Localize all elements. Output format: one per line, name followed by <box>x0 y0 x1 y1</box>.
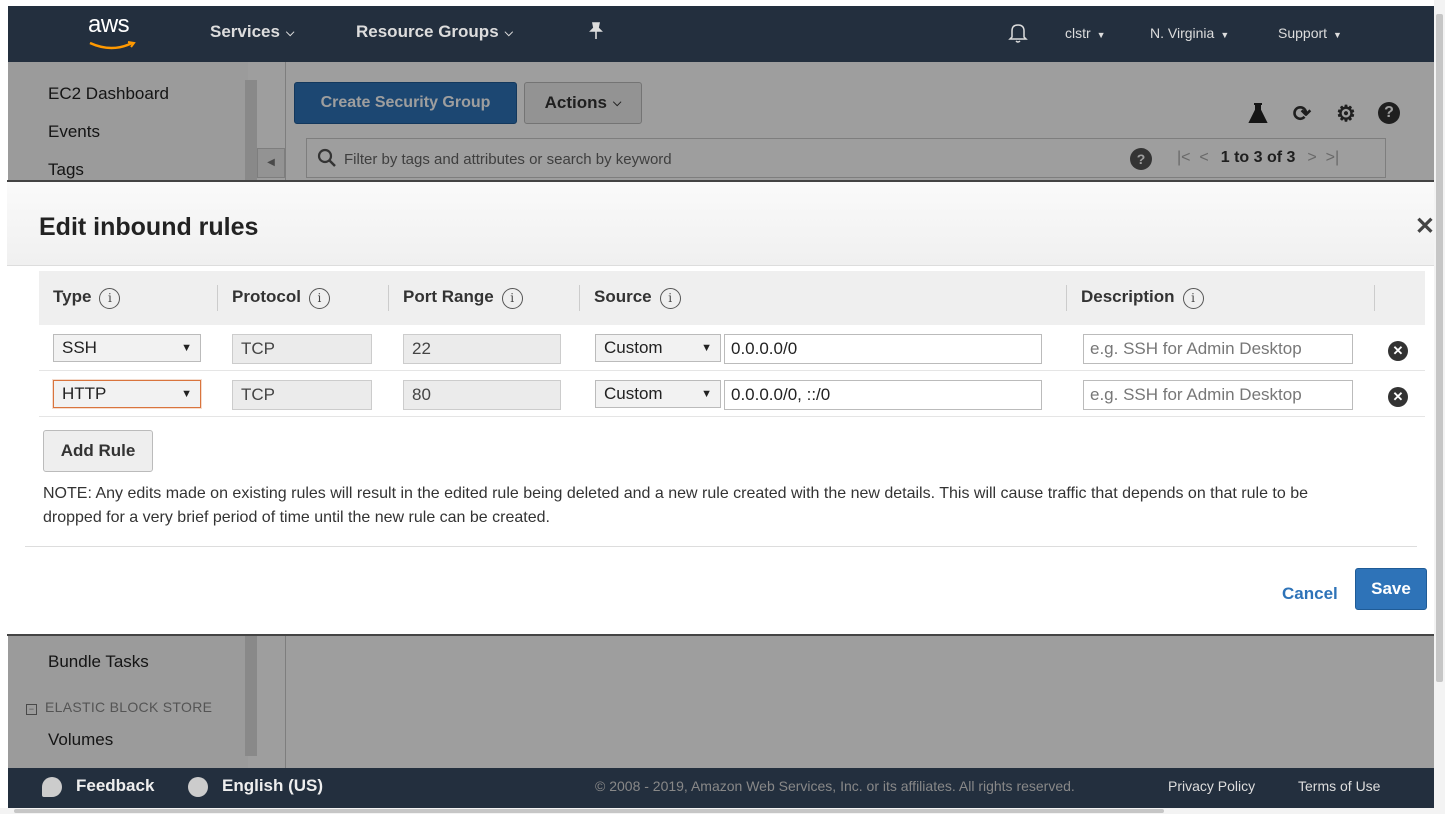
services-label: Services <box>210 22 280 41</box>
copyright-text: © 2008 - 2019, Amazon Web Services, Inc.… <box>595 778 1075 794</box>
caret-down-icon: ▼ <box>181 342 192 354</box>
description-input[interactable]: e.g. SSH for Admin Desktop <box>1083 334 1353 364</box>
column-divider <box>1066 285 1067 311</box>
terms-of-use-link[interactable]: Terms of Use <box>1298 778 1380 794</box>
region-label: N. Virginia <box>1150 25 1215 41</box>
close-icon[interactable]: ✕ <box>1415 212 1435 241</box>
port-range-field: 22 <box>403 334 561 364</box>
source-cidr-input[interactable]: 0.0.0.0/0, ::/0 <box>724 380 1042 410</box>
account-label: clstr <box>1065 25 1091 41</box>
pin-icon[interactable] <box>588 22 604 45</box>
column-header-source: Source i <box>594 287 681 309</box>
column-header-description: Description i <box>1081 287 1204 309</box>
resource-groups-menu[interactable]: Resource Groups ⌵ <box>356 22 513 42</box>
window-horizontal-scrollbar[interactable] <box>0 808 1445 814</box>
source-type-select[interactable]: Custom ▼ <box>595 334 721 362</box>
edit-inbound-rules-modal: Edit inbound rules ✕ Type i Protocol i Por… <box>7 180 1437 636</box>
table-row: HTTP ▼ TCP 80 Custom ▼ 0.0.0.0/0, ::/0 e.g… <box>39 371 1425 417</box>
info-icon[interactable]: i <box>99 288 121 309</box>
info-icon[interactable]: i <box>1182 288 1204 309</box>
edit-rules-note: NOTE: Any edits made on existing rules w… <box>43 485 1309 526</box>
source-type-value: Custom <box>604 338 663 357</box>
delete-rule-icon[interactable]: ✕ <box>1388 387 1408 407</box>
column-divider <box>388 285 389 311</box>
port-range-field: 80 <box>403 380 561 410</box>
aws-logo[interactable]: aws <box>88 12 148 56</box>
caret-down-icon: ▼ <box>1333 30 1342 40</box>
add-rule-button[interactable]: Add Rule <box>43 430 153 472</box>
caret-down-icon: ▼ <box>701 388 712 400</box>
aws-logo-text: aws <box>88 11 130 38</box>
type-select[interactable]: HTTP ▼ <box>53 380 201 408</box>
services-menu[interactable]: Services ⌵ <box>210 22 294 42</box>
chevron-down-icon: ⌵ <box>285 27 295 39</box>
region-menu[interactable]: N. Virginia ▼ <box>1150 25 1229 41</box>
caret-down-icon: ▼ <box>181 388 192 400</box>
type-select[interactable]: SSH ▼ <box>53 334 201 362</box>
aws-smile-icon <box>89 41 136 50</box>
delete-rule-icon[interactable]: ✕ <box>1388 341 1408 361</box>
column-divider <box>217 285 218 311</box>
column-header-protocol: Protocol i <box>232 287 330 309</box>
account-menu[interactable]: clstr ▼ <box>1065 25 1106 41</box>
caret-down-icon: ▼ <box>1096 30 1106 40</box>
save-button[interactable]: Save <box>1355 568 1427 610</box>
info-icon[interactable]: i <box>308 288 330 309</box>
resource-groups-label: Resource Groups <box>356 22 499 41</box>
scrollbar-thumb[interactable] <box>14 809 1164 813</box>
info-icon[interactable]: i <box>659 288 681 309</box>
support-label: Support <box>1278 25 1328 41</box>
cancel-button[interactable]: Cancel <box>1282 584 1338 604</box>
column-divider <box>1374 285 1375 311</box>
type-value: SSH <box>62 338 97 357</box>
column-header-type: Type i <box>53 287 121 309</box>
source-type-select[interactable]: Custom ▼ <box>595 380 721 408</box>
type-value: HTTP <box>62 384 107 403</box>
feedback-link[interactable]: Feedback <box>76 776 154 796</box>
protocol-field: TCP <box>232 334 372 364</box>
support-menu[interactable]: Support ▼ <box>1278 25 1342 41</box>
divider <box>25 546 1417 547</box>
column-divider <box>579 285 580 311</box>
chevron-down-icon: ⌵ <box>504 27 513 39</box>
source-cidr-input[interactable]: 0.0.0.0/0 <box>724 334 1042 364</box>
caret-down-icon: ▼ <box>701 342 712 354</box>
scrollbar-thumb[interactable] <box>1436 14 1443 682</box>
feedback-icon <box>42 777 62 797</box>
modal-title: Edit inbound rules <box>39 213 259 241</box>
globe-icon <box>188 777 208 797</box>
description-input[interactable]: e.g. SSH for Admin Desktop <box>1083 380 1353 410</box>
top-navigation-bar: aws Services ⌵ Resource Groups ⌵ clstr ▼ N.… <box>8 6 1434 62</box>
info-icon[interactable]: i <box>501 288 523 309</box>
modal-header: Edit inbound rules ✕ <box>7 182 1437 266</box>
caret-down-icon: ▼ <box>1220 30 1230 40</box>
protocol-field: TCP <box>232 380 372 410</box>
table-header: Type i Protocol i Port Range i Source i Desc… <box>39 271 1425 325</box>
window-vertical-scrollbar[interactable] <box>1434 0 1445 808</box>
source-type-value: Custom <box>604 384 663 403</box>
table-row: SSH ▼ TCP 22 Custom ▼ 0.0.0.0/0 e.g. SSH f… <box>39 325 1425 371</box>
notifications-bell-icon[interactable] <box>1008 22 1028 47</box>
footer: Feedback English (US) © 2008 - 2019, Ama… <box>8 768 1434 808</box>
language-selector[interactable]: English (US) <box>222 776 323 796</box>
privacy-policy-link[interactable]: Privacy Policy <box>1168 778 1255 794</box>
column-header-port-range: Port Range i <box>403 287 523 309</box>
